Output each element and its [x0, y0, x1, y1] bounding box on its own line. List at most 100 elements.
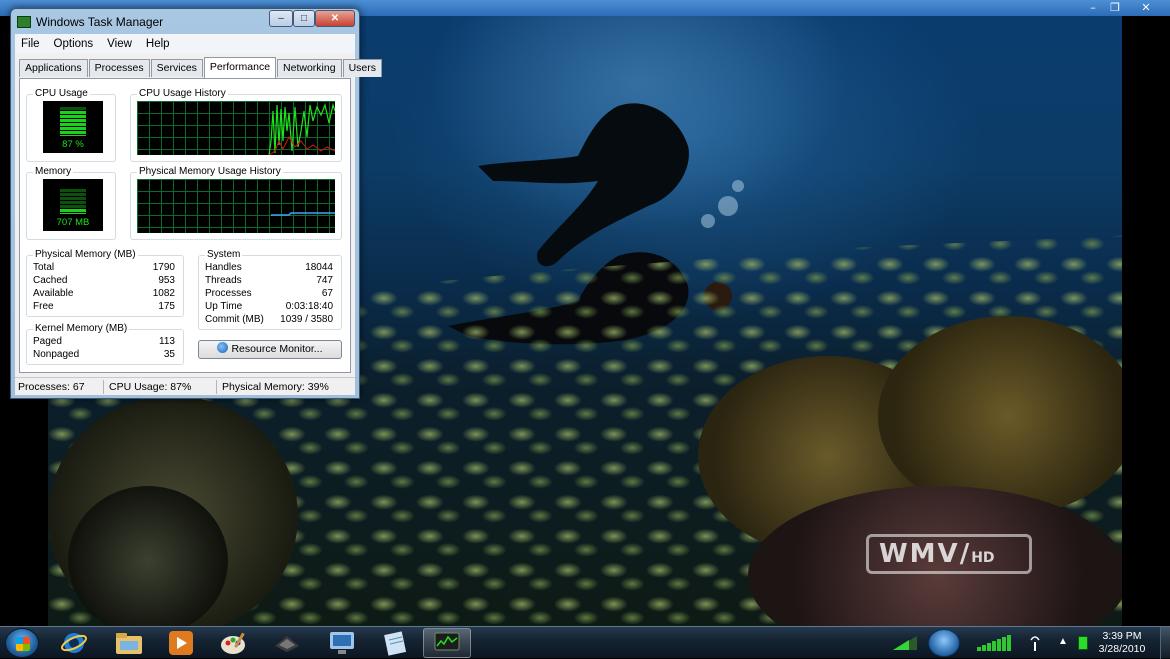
stat-row: Cached 953 [33, 275, 175, 288]
memory-history-graph [137, 179, 335, 233]
restore-icon[interactable]: ❐ [1103, 1, 1127, 14]
tab-applications[interactable]: Applications [19, 59, 88, 77]
tab-networking[interactable]: Networking [277, 59, 342, 77]
minimize-button[interactable]: – [269, 10, 293, 27]
stat-row: Handles 18044 [205, 262, 333, 275]
task-manager-titlebar: Windows Task Manager [17, 12, 163, 32]
show-desktop-button[interactable] [1160, 627, 1170, 659]
task-manager-body: Applications Processes Services Performa… [15, 53, 382, 377]
media-center-icon[interactable] [263, 628, 311, 658]
remote-desktop-icon[interactable] [318, 628, 366, 658]
cpu-usage-value: 87 % [62, 139, 84, 150]
tab-processes[interactable]: Processes [88, 59, 150, 77]
stat-key: Processes [205, 288, 252, 299]
system-label: System [205, 249, 243, 260]
memory-history-line [271, 212, 335, 216]
memory-meter: 707 MB [43, 179, 103, 231]
system-clock[interactable]: 3:39 PM 3/28/2010 [1090, 630, 1154, 656]
menu-bar: File Options View Help [15, 34, 355, 53]
memory-history-label: Physical Memory Usage History [137, 166, 283, 177]
stat-row: Nonpaged 35 [33, 349, 175, 362]
stat-key: Commit (MB) [205, 314, 264, 325]
cpu-history-line [268, 102, 335, 155]
stat-value: 175 [158, 301, 175, 312]
cpu-meter-icon[interactable] [892, 635, 918, 651]
kernel-memory-label: Kernel Memory (MB) [33, 323, 130, 334]
stat-key: Total [33, 262, 55, 273]
stat-key: Paged [33, 336, 62, 347]
resource-monitor-icon [217, 342, 229, 353]
status-memory: Physical Memory: 39% [222, 381, 329, 393]
stat-row: Commit (MB) 1039 / 3580 [205, 314, 333, 327]
performance-panel: CPU Usage 87 % CPU Usage History Memory … [19, 78, 351, 373]
network-adapter-icon[interactable] [928, 629, 960, 657]
status-processes: Processes: 67 [18, 381, 85, 393]
cpu-usage-meter: 87 % [43, 101, 103, 153]
signal-strength-icon[interactable] [976, 634, 1018, 652]
resource-monitor-label: Resource Monitor... [231, 343, 323, 355]
system-group: System Handles 18044 Threads 747 Processes… [198, 249, 342, 330]
kernel-memory-stats: Paged 113 Nonpaged 35 [33, 336, 175, 362]
physical-memory-stats: Total 1790 Cached 953 Available 1082 Free 17… [33, 262, 175, 314]
system-stats: Handles 18044 Threads 747 Processes 67 Up T… [205, 262, 333, 328]
stat-value: 0:03:18:40 [285, 301, 333, 312]
stat-row: Free 175 [33, 301, 175, 314]
taskbar: ▲ 3:39 PM 3/28/2010 [0, 626, 1170, 659]
status-divider [216, 380, 217, 394]
close-icon[interactable]: ✕ [1134, 1, 1158, 14]
clock-time: 3:39 PM [1102, 630, 1142, 642]
tab-performance[interactable]: Performance [203, 57, 277, 78]
physical-memory-group: Physical Memory (MB) Total 1790 Cached 953… [26, 249, 184, 317]
paint-icon[interactable] [210, 628, 258, 658]
windows-start-icon[interactable] [5, 628, 39, 658]
stat-row: Available 1082 [33, 288, 175, 301]
stat-value: 747 [316, 275, 333, 286]
window-title: Windows Task Manager [36, 15, 164, 29]
close-button[interactable]: ✕ [315, 10, 355, 27]
stat-key: Cached [33, 275, 68, 286]
tab-users[interactable]: Users [342, 59, 382, 77]
media-player-icon[interactable] [157, 628, 205, 658]
notepad-icon[interactable] [371, 628, 419, 658]
stat-key: Up Time [205, 301, 243, 312]
stat-value: 953 [158, 275, 175, 286]
show-hidden-icons-icon[interactable]: ▲ [1058, 636, 1068, 647]
stat-value: 67 [321, 288, 333, 299]
stat-value: 18044 [305, 262, 333, 273]
menu-view[interactable]: View [107, 38, 132, 50]
stat-key: Free [33, 301, 54, 312]
physical-memory-label: Physical Memory (MB) [33, 249, 138, 260]
memory-group: Memory 707 MB [26, 166, 116, 240]
cpu-history-label: CPU Usage History [137, 88, 228, 99]
kernel-memory-group: Kernel Memory (MB) Paged 113 Nonpaged 35 [26, 323, 184, 365]
stat-key: Threads [205, 275, 242, 286]
stat-value: 113 [159, 336, 175, 347]
clock-date: 3/28/2010 [1098, 643, 1146, 655]
memory-bars-filled [60, 209, 86, 214]
task-manager-window: Windows Task Manager – □ ✕ File Options … [10, 8, 382, 399]
memory-history-group: Physical Memory Usage History [130, 166, 342, 240]
maximize-button[interactable]: □ [293, 10, 315, 27]
tab-services[interactable]: Services [150, 59, 203, 77]
battery-icon[interactable] [1078, 636, 1088, 650]
menu-options[interactable]: Options [54, 38, 94, 50]
cpu-usage-label: CPU Usage [33, 88, 90, 99]
file-explorer-icon[interactable] [105, 628, 153, 658]
cpu-usage-bars [60, 111, 86, 136]
cpu-history-graph [137, 101, 335, 155]
status-cpu: CPU Usage: 87% [109, 381, 192, 393]
internet-explorer-icon[interactable] [50, 628, 98, 658]
menu-file[interactable]: File [21, 38, 40, 50]
wireless-icon[interactable] [1028, 634, 1042, 652]
stat-row: Up Time 0:03:18:40 [205, 301, 333, 314]
memory-label: Memory [33, 166, 74, 177]
task-manager-icon[interactable] [423, 628, 471, 658]
menu-help[interactable]: Help [146, 38, 170, 50]
cpu-history-group: CPU Usage History [130, 88, 342, 162]
resource-monitor-button[interactable]: Resource Monitor... [198, 340, 342, 359]
minimize-icon[interactable]: – [1081, 1, 1105, 14]
memory-value: 707 MB [56, 217, 90, 228]
tab-strip: Applications Processes Services Performa… [19, 57, 382, 78]
stat-row: Total 1790 [33, 262, 175, 275]
cpu-usage-group: CPU Usage 87 % [26, 88, 116, 162]
